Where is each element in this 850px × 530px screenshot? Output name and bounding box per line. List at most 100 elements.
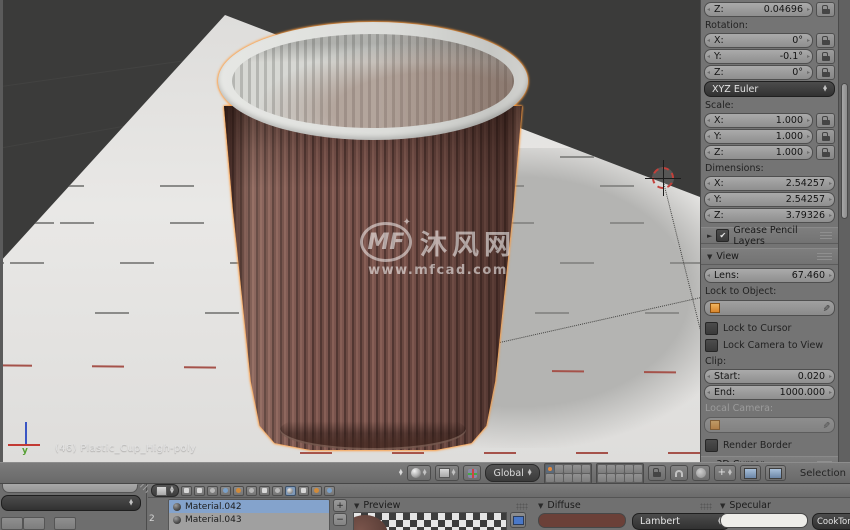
panel-drag-dots [700,503,712,510]
scale-x-field[interactable]: X: 1.000 [704,113,813,128]
scrollbar-thumb[interactable] [841,83,848,219]
object-data-tab-icon[interactable] [271,485,283,496]
material-tab-icon[interactable] [284,485,296,496]
rotation-z-field[interactable]: Z: 0° [704,65,813,80]
layer-cell[interactable] [581,473,590,482]
lock-button[interactable] [816,113,835,128]
view-panel-header[interactable]: ▼ View [701,248,838,265]
grease-pencil-checkbox[interactable] [716,229,730,242]
lock-button[interactable] [816,33,835,48]
layer-cell[interactable] [597,464,606,473]
stepper-icon[interactable] [399,470,403,477]
bottom-left-dropdown[interactable] [1,495,141,511]
grease-pencil-panel-header[interactable]: ► Grease Pencil Layers [701,225,838,247]
scale-z-field[interactable]: Z: 1.000 [704,145,813,160]
specular-shader-dropdown[interactable]: CookTorr [812,513,850,530]
constraints-tab-icon[interactable] [245,485,257,496]
rotation-x-field[interactable]: X: 0° [704,33,813,48]
location-z-field[interactable]: Z: 0.04696 [704,2,813,17]
collapse-arrow-icon: ▼ [707,252,713,261]
orientation-dropdown[interactable]: Global [485,464,540,482]
texture-tab-icon[interactable] [297,485,309,496]
manipulator-toggle[interactable] [463,465,482,481]
preview-panel-header[interactable]: ▼ Preview [354,500,400,511]
lock-button[interactable] [816,145,835,160]
layer-cell[interactable] [633,464,642,473]
layer-cell[interactable] [572,473,581,482]
specular-color-swatch[interactable] [720,513,808,528]
3d-cursor[interactable] [645,160,681,196]
layer-cell[interactable] [615,464,624,473]
layer-cell[interactable] [545,473,554,482]
remove-material-slot-button[interactable]: − [333,513,347,526]
local-camera-picker[interactable]: ✎ [704,417,835,433]
layer-cell[interactable] [581,464,590,473]
snap-target-dropdown[interactable]: + [713,465,736,481]
clip-start-field[interactable]: Start: 0.020 [704,369,835,384]
lock-button[interactable] [816,129,835,144]
particles-tab-icon[interactable] [310,485,322,496]
partial-field[interactable] [2,484,138,493]
lock-object-picker[interactable]: ✎ [704,300,835,316]
snap-magnet-button[interactable] [669,465,688,481]
scale-y-field[interactable]: Y: 1.000 [704,129,813,144]
object-tab-icon[interactable] [232,485,244,496]
diffuse-shader-dropdown[interactable]: Lambert [632,513,730,530]
lock-button[interactable] [816,2,835,17]
clip-end-field[interactable]: End: 1000.000 [704,385,835,400]
diffuse-color-swatch[interactable] [538,513,626,528]
layer-cell[interactable] [624,464,633,473]
layer-cell[interactable] [606,473,615,482]
lens-field[interactable]: Lens: 67.460 [704,268,835,283]
rotation-mode-dropdown[interactable]: XYZ Euler [704,81,835,97]
dimensions-z-field[interactable]: Z: 3.79326 [704,208,835,223]
render-tab-icon[interactable] [180,485,192,496]
opengl-render-anim-button[interactable] [764,465,786,481]
layer-cell[interactable] [545,464,554,473]
dimensions-y-field[interactable]: Y: 2.54257 [704,192,835,207]
material-row[interactable]: Material.042 [169,500,329,513]
small-button[interactable] [23,517,45,530]
layer-cell[interactable] [597,473,606,482]
panel-scrollbar[interactable] [838,0,850,462]
lock-button[interactable] [816,65,835,80]
add-material-slot-button[interactable]: + [333,499,347,512]
lock-to-scene-button[interactable] [647,465,666,481]
scene-tab-icon[interactable] [206,485,218,496]
3d-viewport[interactable]: MF 沐风网 www.mfcad.com y (46) Plastic_Cup_… [0,0,700,462]
physics-tab-icon[interactable] [323,485,335,496]
small-button[interactable] [54,517,76,530]
layer-cell[interactable] [554,473,563,482]
snap-element-button[interactable] [691,465,710,481]
field-label: Y: [714,131,722,142]
diffuse-panel-header[interactable]: ▼ Diffuse [538,500,581,511]
lock-camera-checkbox[interactable] [705,339,718,352]
viewport-shading-dropdown[interactable] [406,465,431,481]
lock-to-cursor-checkbox[interactable] [705,322,718,335]
layer-cell[interactable] [633,473,642,482]
lock-to-cursor-label: Lock to Cursor [723,323,792,334]
preview-monitor-button[interactable] [510,512,526,528]
layer-cell[interactable] [563,464,572,473]
modifiers-tab-icon[interactable] [258,485,270,496]
layer-cell[interactable] [572,464,581,473]
specular-panel-header[interactable]: ▼ Specular [720,500,771,511]
rotation-y-field[interactable]: Y: -0.1° [704,49,813,64]
dimensions-x-field[interactable]: X: 2.54257 [704,176,835,191]
eyedropper-icon[interactable]: ✎ [820,304,830,312]
render-border-checkbox[interactable] [705,439,718,452]
layer-cell[interactable] [554,464,563,473]
lock-button[interactable] [816,49,835,64]
layer-cell[interactable] [615,473,624,482]
editor-type-dropdown[interactable] [151,484,179,497]
render-layers-tab-icon[interactable] [193,485,205,496]
layer-cell[interactable] [606,464,615,473]
world-tab-icon[interactable] [219,485,231,496]
layer-cell[interactable] [563,473,572,482]
eyedropper-icon[interactable]: ✎ [820,421,830,429]
small-button[interactable] [1,517,23,530]
layer-cell[interactable] [624,473,633,482]
material-row[interactable]: Material.043 [169,513,329,526]
opengl-render-button[interactable] [739,465,761,481]
pivot-center-dropdown[interactable] [434,465,460,481]
